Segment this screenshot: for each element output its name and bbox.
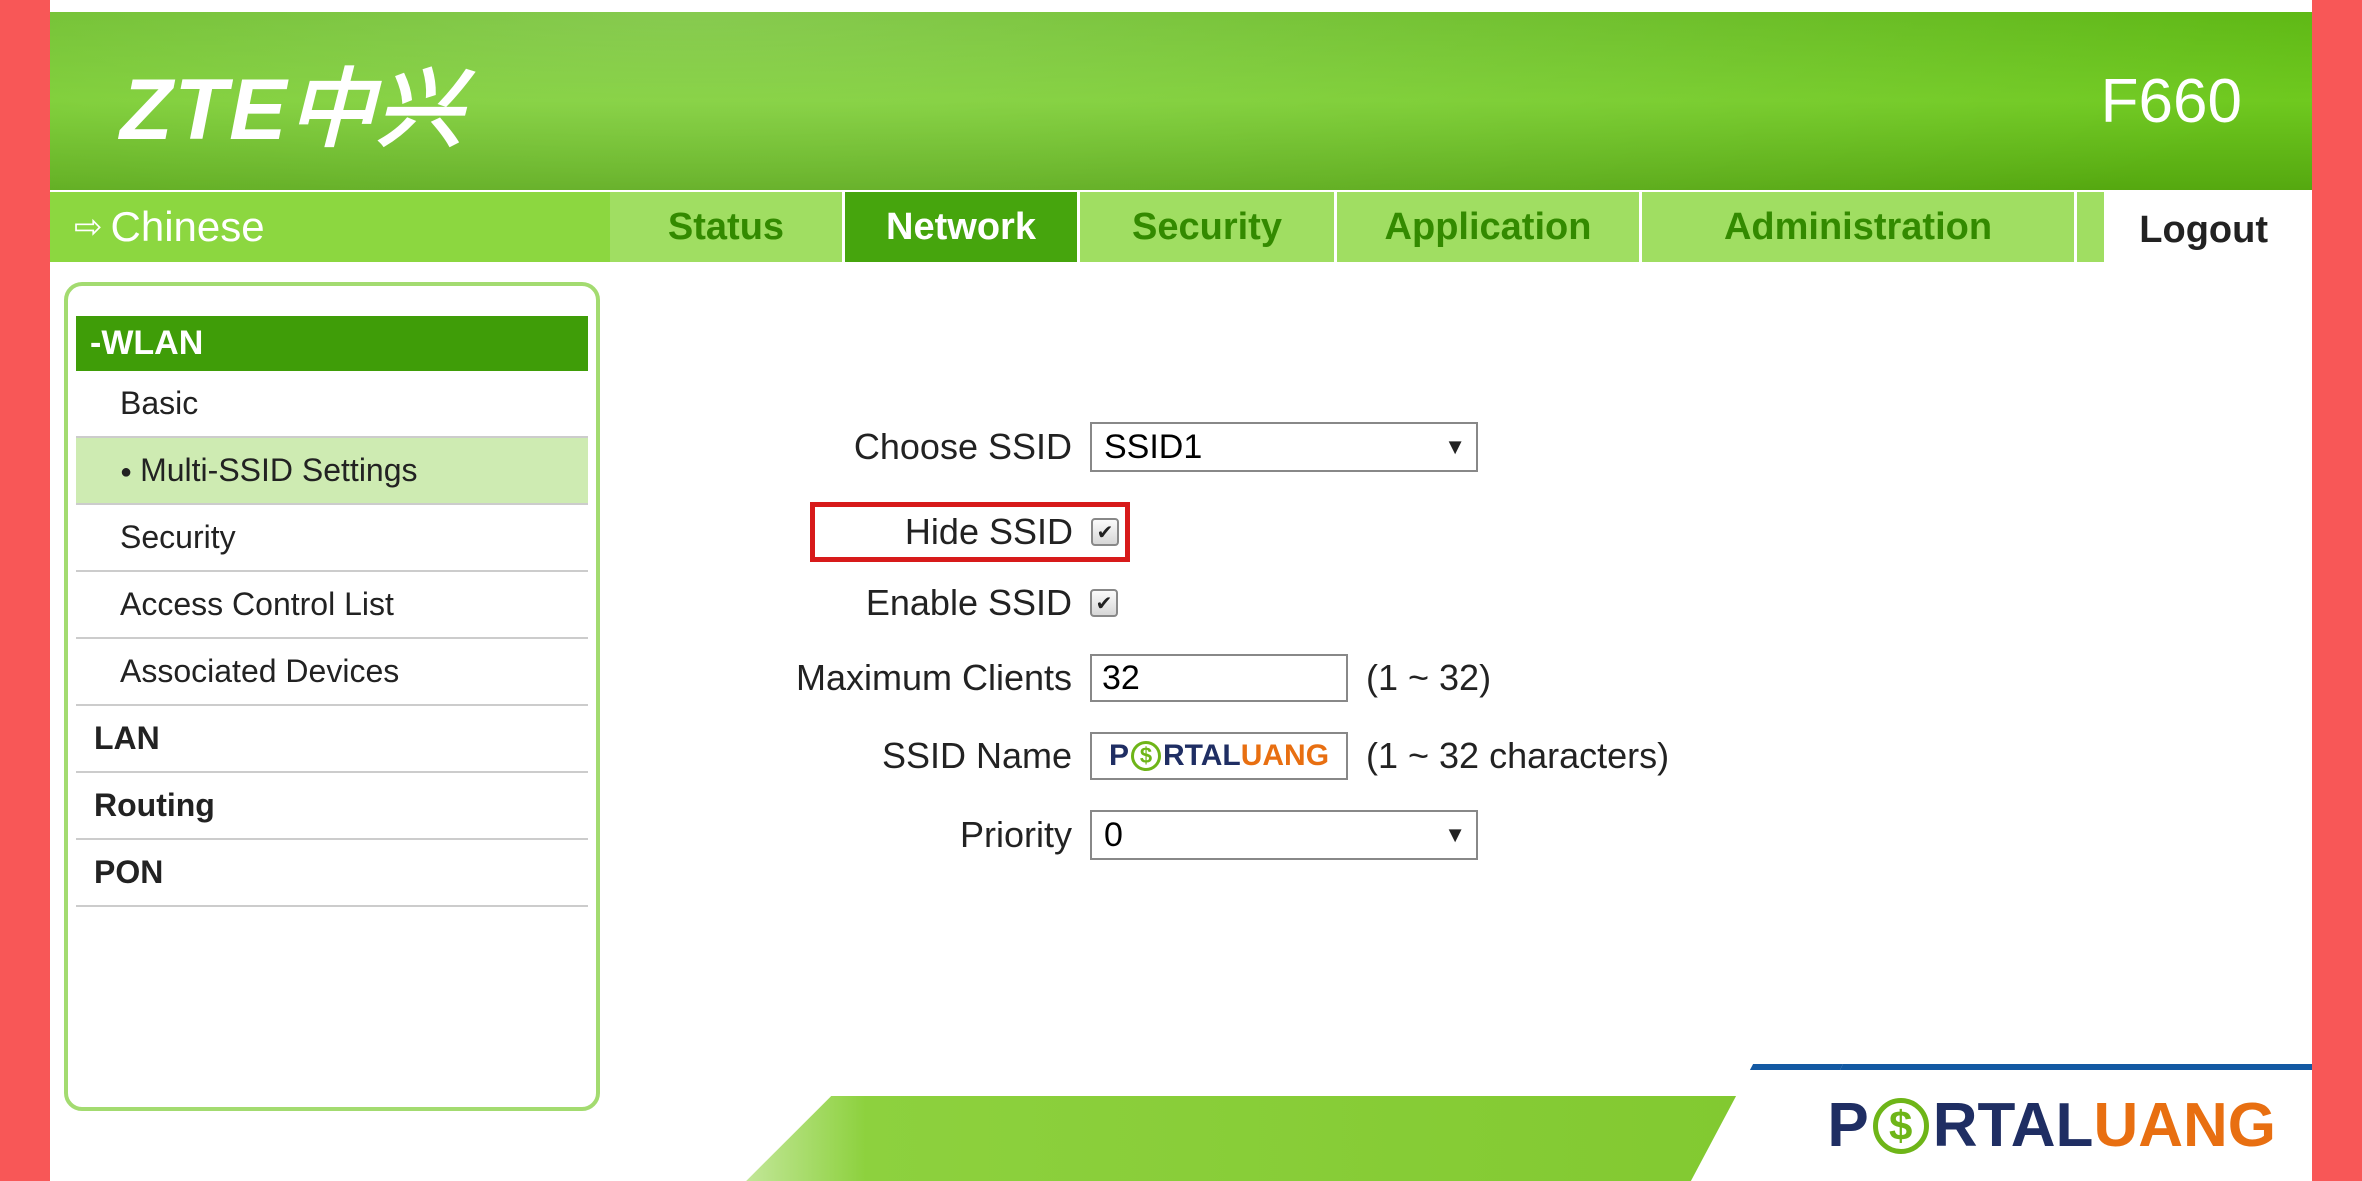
app-container: ZTE中兴 F660 Chinese Status Network Securi… <box>50 0 2312 1181</box>
content-panel: Choose SSID SSID1 Hide SSID ✔ Enable SSI… <box>610 262 2312 1181</box>
tab-application[interactable]: Application <box>1337 192 1639 262</box>
nav-tabs: Status Network Security Application Admi… <box>610 192 2312 262</box>
row-priority: Priority 0 <box>670 810 2252 860</box>
sidebar-item-basic[interactable]: Basic <box>76 371 588 438</box>
select-priority[interactable]: 0 <box>1090 810 1478 860</box>
sidebar: -WLAN Basic Multi-SSID Settings Security… <box>50 262 610 1181</box>
row-ssid-name: SSID Name P$RTALUANG (1 ~ 32 characters) <box>670 732 2252 780</box>
sidebar-header-wlan[interactable]: -WLAN <box>76 316 588 371</box>
tab-status[interactable]: Status <box>610 192 842 262</box>
sidebar-item-pon[interactable]: PON <box>76 840 588 907</box>
logout-button[interactable]: Logout <box>2113 198 2294 262</box>
watermark-logo: P$RTALUANG <box>1767 1064 2312 1181</box>
sidebar-item-routing[interactable]: Routing <box>76 773 588 840</box>
brand-logo: ZTE中兴 <box>120 39 464 164</box>
nav-spacer <box>2077 192 2104 262</box>
label-ssid-name: SSID Name <box>670 735 1090 777</box>
checkbox-enable-ssid[interactable]: ✔ <box>1090 589 1118 617</box>
label-priority: Priority <box>670 814 1090 856</box>
sidebar-box: -WLAN Basic Multi-SSID Settings Security… <box>64 282 600 1111</box>
sidebar-item-acl[interactable]: Access Control List <box>76 572 588 639</box>
row-hide-ssid: Hide SSID ✔ <box>810 502 1130 562</box>
input-ssid-name[interactable]: P$RTALUANG <box>1090 732 1348 780</box>
input-max-clients[interactable] <box>1090 654 1348 702</box>
model-label: F660 <box>2101 66 2242 137</box>
header: ZTE中兴 F660 <box>50 0 2312 190</box>
language-toggle[interactable]: Chinese <box>50 192 610 262</box>
row-enable-ssid: Enable SSID ✔ <box>670 582 2252 624</box>
tab-administration[interactable]: Administration <box>1642 192 2074 262</box>
tab-security[interactable]: Security <box>1080 192 1334 262</box>
select-priority-wrap: 0 <box>1090 810 1478 860</box>
sidebar-item-assoc-devices[interactable]: Associated Devices <box>76 639 588 706</box>
select-choose-ssid[interactable]: SSID1 <box>1090 422 1478 472</box>
select-choose-ssid-wrap: SSID1 <box>1090 422 1478 472</box>
label-enable-ssid: Enable SSID <box>670 582 1090 624</box>
checkbox-hide-ssid[interactable]: ✔ <box>1091 518 1119 546</box>
body: -WLAN Basic Multi-SSID Settings Security… <box>50 262 2312 1181</box>
sidebar-item-multi-ssid[interactable]: Multi-SSID Settings <box>76 438 588 505</box>
row-max-clients: Maximum Clients (1 ~ 32) <box>670 654 2252 702</box>
label-choose-ssid: Choose SSID <box>670 426 1090 468</box>
tab-network[interactable]: Network <box>845 192 1077 262</box>
top-nav: Chinese Status Network Security Applicat… <box>50 190 2312 262</box>
label-hide-ssid: Hide SSID <box>821 511 1091 553</box>
hint-ssid-name: (1 ~ 32 characters) <box>1366 735 1669 777</box>
row-choose-ssid: Choose SSID SSID1 <box>670 422 2252 472</box>
label-max-clients: Maximum Clients <box>670 657 1090 699</box>
sidebar-item-lan[interactable]: LAN <box>76 706 588 773</box>
sidebar-item-security[interactable]: Security <box>76 505 588 572</box>
hint-max-clients: (1 ~ 32) <box>1366 657 1491 699</box>
